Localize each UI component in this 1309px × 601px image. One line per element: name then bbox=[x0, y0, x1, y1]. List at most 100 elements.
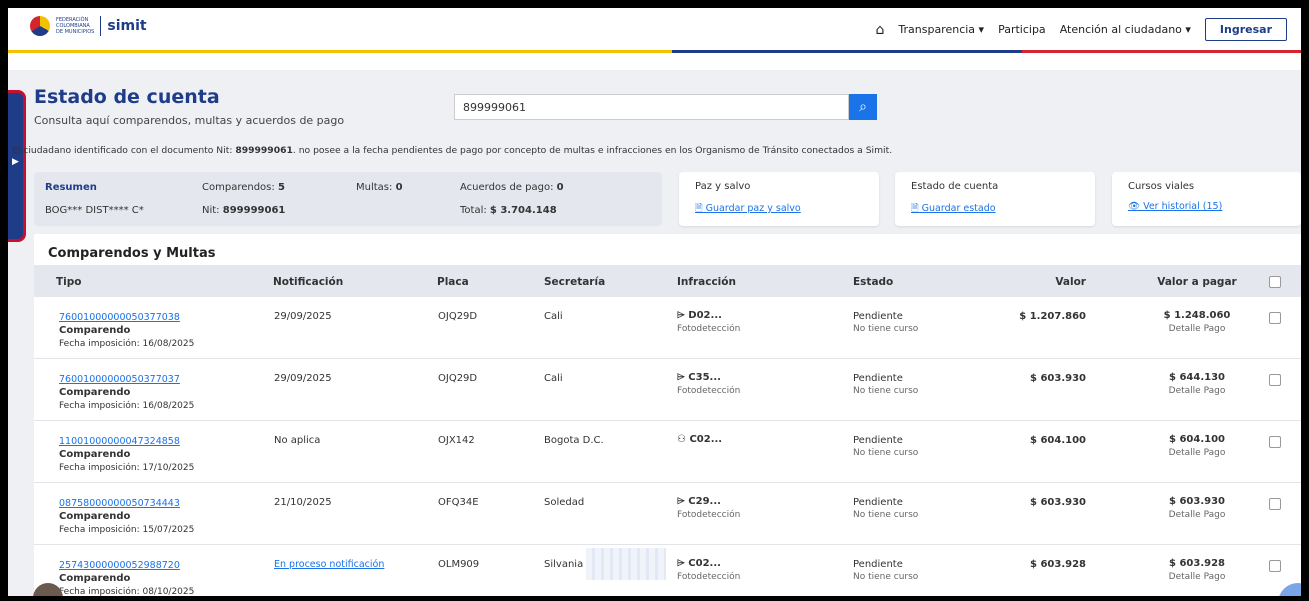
login-button[interactable]: Ingresar bbox=[1204, 18, 1287, 41]
detalle-pago-link[interactable]: Detalle Pago bbox=[1142, 386, 1252, 396]
row-infraccion: ⌲ C29... bbox=[677, 496, 721, 507]
row-fecha: Fecha imposición: 16/08/2025 bbox=[59, 339, 195, 349]
row-fecha: Fecha imposición: 15/07/2025 bbox=[59, 525, 195, 535]
card-title: Estado de cuenta bbox=[911, 181, 999, 192]
chevron-right-icon: ▶ bbox=[12, 157, 19, 167]
comparendo-number-link[interactable]: 76001000000050377038 bbox=[59, 312, 180, 323]
card-cursos-viales: Cursos viales 👁 Ver historial (15) bbox=[1112, 172, 1301, 226]
detalle-pago-link[interactable]: Detalle Pago bbox=[1142, 510, 1252, 520]
col-valor-pagar: Valor a pagar bbox=[1157, 276, 1237, 288]
logo-line3: DE MUNICIPIOS bbox=[56, 29, 95, 35]
col-placa: Placa bbox=[437, 276, 469, 288]
detalle-pago-link[interactable]: Detalle Pago bbox=[1142, 448, 1252, 458]
col-tipo: Tipo bbox=[56, 276, 82, 288]
color-stripe bbox=[8, 50, 1301, 53]
row-valor-pagar: $ 604.100 bbox=[1169, 434, 1225, 445]
row-checkbox[interactable] bbox=[1269, 498, 1281, 510]
comparendo-number-link[interactable]: 11001000000047324858 bbox=[59, 436, 180, 447]
col-secretaria: Secretaría bbox=[544, 276, 606, 288]
row-tipo: Comparendo bbox=[59, 511, 131, 522]
select-all-checkbox[interactable] bbox=[1269, 276, 1281, 288]
comparendo-number-link[interactable]: 25743000000052988720 bbox=[59, 560, 180, 571]
home-icon[interactable]: ⌂ bbox=[876, 22, 885, 38]
total-label: Total: bbox=[460, 205, 490, 216]
comparendo-number-link[interactable]: 76001000000050377037 bbox=[59, 374, 180, 385]
nav-participa[interactable]: Participa bbox=[998, 23, 1046, 36]
card-title: Cursos viales bbox=[1128, 181, 1195, 192]
row-fecha: Fecha imposición: 16/08/2025 bbox=[59, 401, 195, 411]
row-estado-sub: No tiene curso bbox=[853, 324, 919, 334]
row-estado-sub: No tiene curso bbox=[853, 510, 919, 520]
search-input[interactable]: 899999061 bbox=[454, 94, 849, 120]
nav-atencion[interactable]: Atención al ciudadano ▾ bbox=[1060, 23, 1191, 36]
row-estado-sub: No tiene curso bbox=[853, 572, 919, 582]
infraccion-code: C29... bbox=[688, 496, 721, 507]
row-estado: Pendiente bbox=[853, 497, 903, 508]
camera-icon: ⌲ bbox=[677, 496, 689, 507]
comparendos-section: Comparendos y Multas Tipo Notificación P… bbox=[34, 234, 1301, 596]
fcm-logo-icon bbox=[30, 16, 50, 36]
person-icon: ⚇ bbox=[677, 434, 690, 445]
row-placa: OJQ29D bbox=[438, 311, 478, 322]
comparendo-number-link[interactable]: 08758000000050734443 bbox=[59, 498, 180, 509]
notice-pre: El ciudadano identificado con el documen… bbox=[12, 145, 236, 156]
row-placa: OLM909 bbox=[438, 559, 480, 570]
logo[interactable]: FEDERACIÓN COLOMBIANA DE MUNICIPIOS simi… bbox=[30, 16, 147, 36]
row-valor: $ 603.930 bbox=[1030, 373, 1086, 384]
multas-label: Multas: bbox=[356, 182, 396, 193]
row-valor: $ 603.928 bbox=[1030, 559, 1086, 570]
acuerdos-value: 0 bbox=[556, 182, 564, 193]
notificacion-link[interactable]: En proceso notificación bbox=[274, 559, 384, 570]
row-secretaria: Cali bbox=[544, 311, 563, 322]
row-valor-pagar: $ 603.930 bbox=[1169, 496, 1225, 507]
detalle-pago-link[interactable]: Detalle Pago bbox=[1142, 572, 1252, 582]
row-notificacion: 29/09/2025 bbox=[274, 373, 332, 384]
row-valor-pagar: $ 1.248.060 bbox=[1163, 310, 1231, 321]
table-row: 11001000000047324858 Comparendo Fecha im… bbox=[34, 421, 1301, 483]
card-title: Paz y salvo bbox=[695, 181, 751, 192]
top-navbar: FEDERACIÓN COLOMBIANA DE MUNICIPIOS simi… bbox=[8, 8, 1301, 50]
row-placa: OFQ34E bbox=[438, 497, 479, 508]
comparendos-label: Comparendos: bbox=[202, 182, 278, 193]
multas-value: 0 bbox=[395, 182, 403, 193]
row-infraccion-sub: Fotodetección bbox=[677, 324, 741, 334]
detalle-pago-link[interactable]: Detalle Pago bbox=[1142, 324, 1252, 334]
row-valor-pagar: $ 603.928 bbox=[1169, 558, 1225, 569]
side-panel-toggle[interactable]: ▶ bbox=[8, 90, 26, 242]
hover-preview-thumbnail bbox=[586, 548, 666, 580]
row-estado: Pendiente bbox=[853, 373, 903, 384]
row-placa: OJQ29D bbox=[438, 373, 478, 384]
row-secretaria: Soledad bbox=[544, 497, 585, 508]
table-row: 08758000000050734443 Comparendo Fecha im… bbox=[34, 483, 1301, 545]
save-estado-link[interactable]: 🗎 Guardar estado bbox=[911, 201, 996, 217]
main-nav: ⌂ Transparencia ▾ Participa Atención al … bbox=[876, 18, 1287, 41]
card-paz-y-salvo: Paz y salvo 🗎 Guardar paz y salvo bbox=[679, 172, 879, 226]
table-row: 76001000000050377037 Comparendo Fecha im… bbox=[34, 359, 1301, 421]
row-fecha: Fecha imposición: 17/10/2025 bbox=[59, 463, 195, 473]
col-infraccion: Infracción bbox=[677, 276, 736, 288]
notice-post: . no posee a la fecha pendientes de pago… bbox=[292, 145, 893, 156]
search-button[interactable]: ⌕ bbox=[849, 94, 877, 120]
row-infraccion-sub: Fotodetección bbox=[677, 510, 741, 520]
table-row: 25743000000052988720 Comparendo Fecha im… bbox=[34, 545, 1301, 596]
card-estado-cuenta: Estado de cuenta 🗎 Guardar estado bbox=[895, 172, 1095, 226]
row-checkbox[interactable] bbox=[1269, 374, 1281, 386]
row-secretaria: Silvania bbox=[544, 559, 584, 570]
row-estado: Pendiente bbox=[853, 435, 903, 446]
save-paz-y-salvo-link[interactable]: 🗎 Guardar paz y salvo bbox=[695, 201, 801, 217]
ver-historial-link[interactable]: 👁 Ver historial (15) bbox=[1128, 201, 1222, 212]
nav-transparencia[interactable]: Transparencia ▾ bbox=[898, 23, 984, 36]
summary-nit: Nit: 899999061 bbox=[202, 205, 285, 216]
camera-icon: ⌲ bbox=[677, 558, 689, 569]
row-tipo: Comparendo bbox=[59, 387, 131, 398]
total-value: $ 3.704.148 bbox=[489, 205, 557, 216]
table-row: 76001000000050377038 Comparendo Fecha im… bbox=[34, 297, 1301, 359]
row-secretaria: Cali bbox=[544, 373, 563, 384]
row-checkbox[interactable] bbox=[1269, 560, 1281, 572]
nit-label: Nit: bbox=[202, 205, 223, 216]
row-infraccion: ⌲ C35... bbox=[677, 372, 721, 383]
row-checkbox[interactable] bbox=[1269, 436, 1281, 448]
summary-panel: Resumen BOG*** DIST**** C* Comparendos: … bbox=[34, 172, 662, 226]
row-checkbox[interactable] bbox=[1269, 312, 1281, 324]
summary-name: BOG*** DIST**** C* bbox=[45, 205, 144, 216]
